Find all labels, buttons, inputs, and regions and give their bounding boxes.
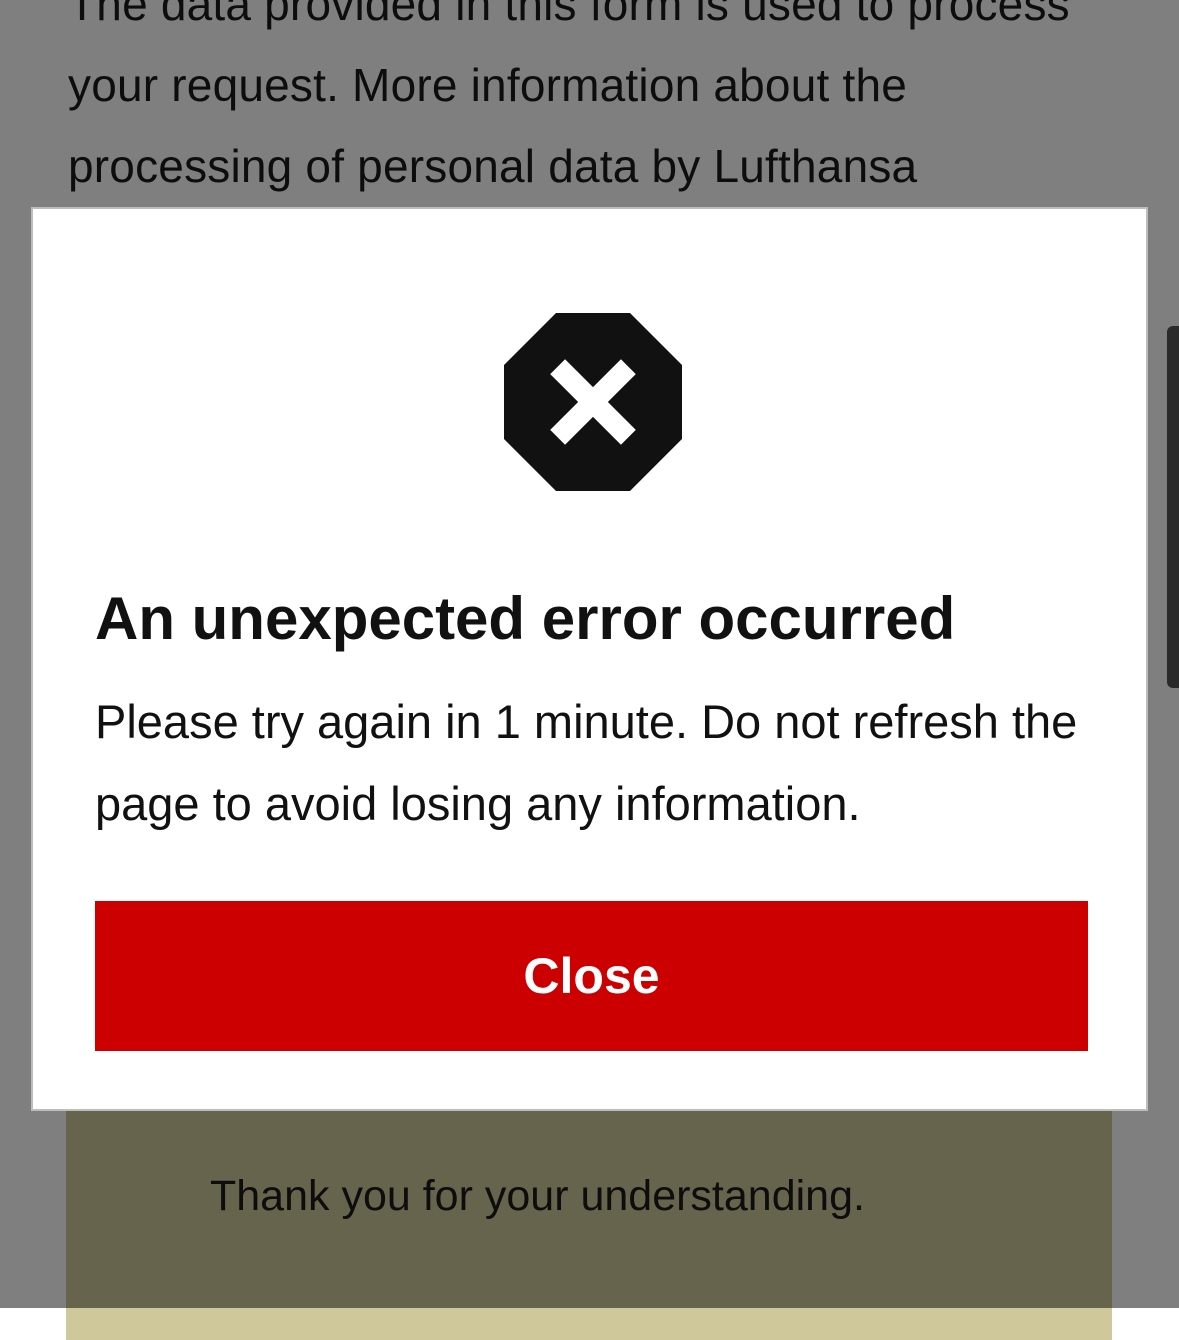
dialog-title: An unexpected error occurred xyxy=(95,585,956,652)
close-button[interactable]: Close xyxy=(95,901,1088,1051)
error-dialog: An unexpected error occurred Please try … xyxy=(31,207,1148,1111)
dialog-message: Please try again in 1 minute. Do not ref… xyxy=(95,695,1078,830)
error-octagon-x-icon xyxy=(504,313,682,491)
